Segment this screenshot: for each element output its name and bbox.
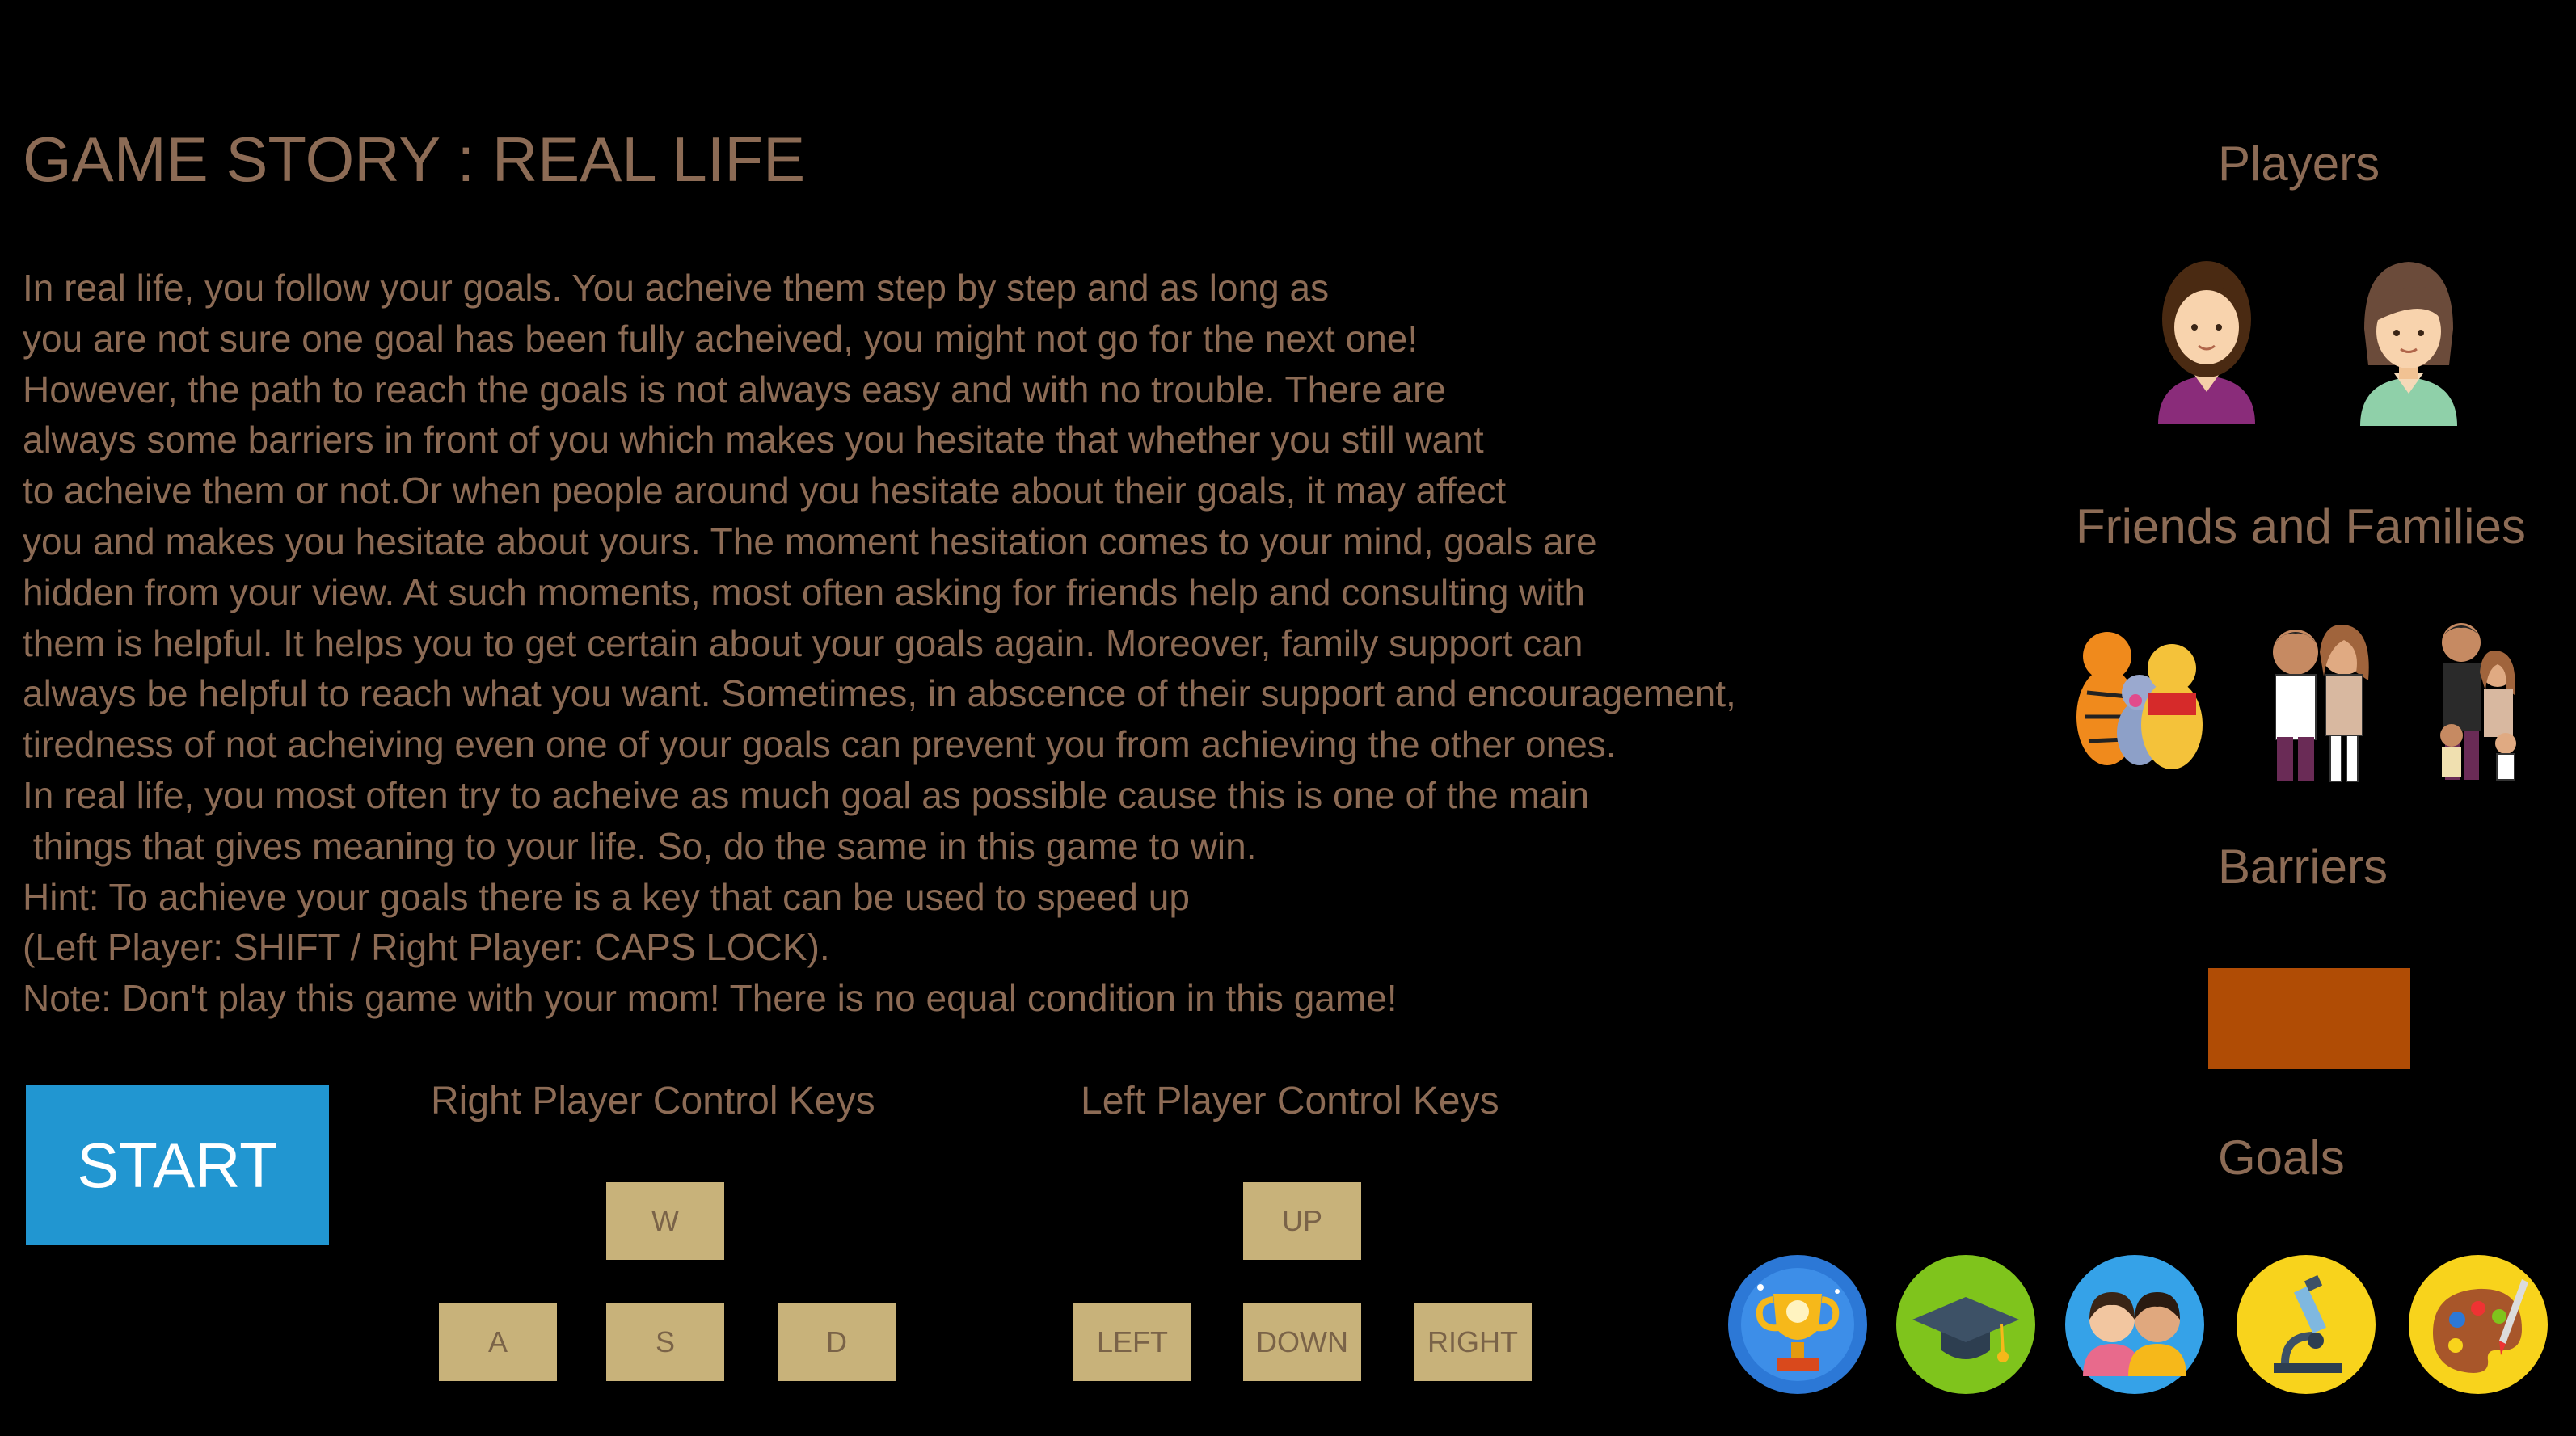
barrier-block: [2208, 968, 2410, 1069]
game-start-screen: { "title": "GAME STORY : REAL LIFE", "st…: [0, 0, 2576, 1436]
page-title: GAME STORY : REAL LIFE: [23, 124, 806, 195]
couple-family-icon: [2273, 624, 2369, 782]
story-text: In real life, you follow your goals. You…: [23, 263, 1736, 1024]
story-line: tiredness of not acheiving even one of y…: [23, 723, 1617, 766]
story-line: you and makes you hesitate about yours. …: [23, 520, 1597, 562]
story-line: However, the path to reach the goals is …: [23, 368, 1446, 411]
story-line: you are not sure one goal has been fully…: [23, 317, 1419, 360]
barriers-title: Barriers: [2218, 840, 2388, 894]
key-w: W: [606, 1182, 724, 1260]
story-line: Note: Don't play this game with your mom…: [23, 977, 1398, 1020]
key-s: S: [606, 1303, 724, 1381]
story-line: to acheive them or not.Or when people ar…: [23, 470, 1507, 512]
microscope-icon: [2237, 1255, 2376, 1394]
key-a: A: [439, 1303, 557, 1381]
story-line: things that gives meaning to your life. …: [23, 824, 1257, 867]
graduation-cap-icon: [1896, 1255, 2035, 1394]
key-up: UP: [1243, 1182, 1361, 1260]
trophy-icon: [1728, 1255, 1867, 1394]
friends-families-title: Friends and Families: [2076, 499, 2526, 554]
key-down: DOWN: [1243, 1303, 1361, 1381]
story-line: always be helpful to reach what you want…: [23, 672, 1736, 715]
story-line: always some barriers in front of you whi…: [23, 419, 1484, 461]
story-line: In real life, you most often try to ache…: [23, 773, 1590, 816]
pooh-friends-icon: [2076, 632, 2203, 769]
story-line: Hint: To achieve your goals there is a k…: [23, 875, 1190, 918]
curly-hair-player-icon: [2158, 261, 2255, 424]
art-palette-icon: [2409, 1255, 2548, 1394]
right-player-controls-title: Right Player Control Keys: [431, 1080, 875, 1122]
family-with-kids-icon: [2440, 623, 2516, 781]
key-d: D: [778, 1303, 896, 1381]
story-line: (Left Player: SHIFT / Right Player: CAPS…: [23, 926, 830, 969]
children-icon: [2065, 1255, 2204, 1394]
story-line: them is helpful. It helps you to get cer…: [23, 621, 1583, 664]
start-button[interactable]: START: [26, 1085, 329, 1245]
story-line: hidden from your view. At such moments, …: [23, 571, 1585, 613]
players-title: Players: [2218, 137, 2380, 191]
left-player-controls-title: Left Player Control Keys: [1081, 1080, 1499, 1122]
story-line: In real life, you follow your goals. You…: [23, 267, 1330, 309]
key-left: LEFT: [1073, 1303, 1191, 1381]
short-hair-player-icon: [2360, 262, 2457, 426]
goals-title: Goals: [2218, 1131, 2345, 1185]
key-right: RIGHT: [1414, 1303, 1532, 1381]
